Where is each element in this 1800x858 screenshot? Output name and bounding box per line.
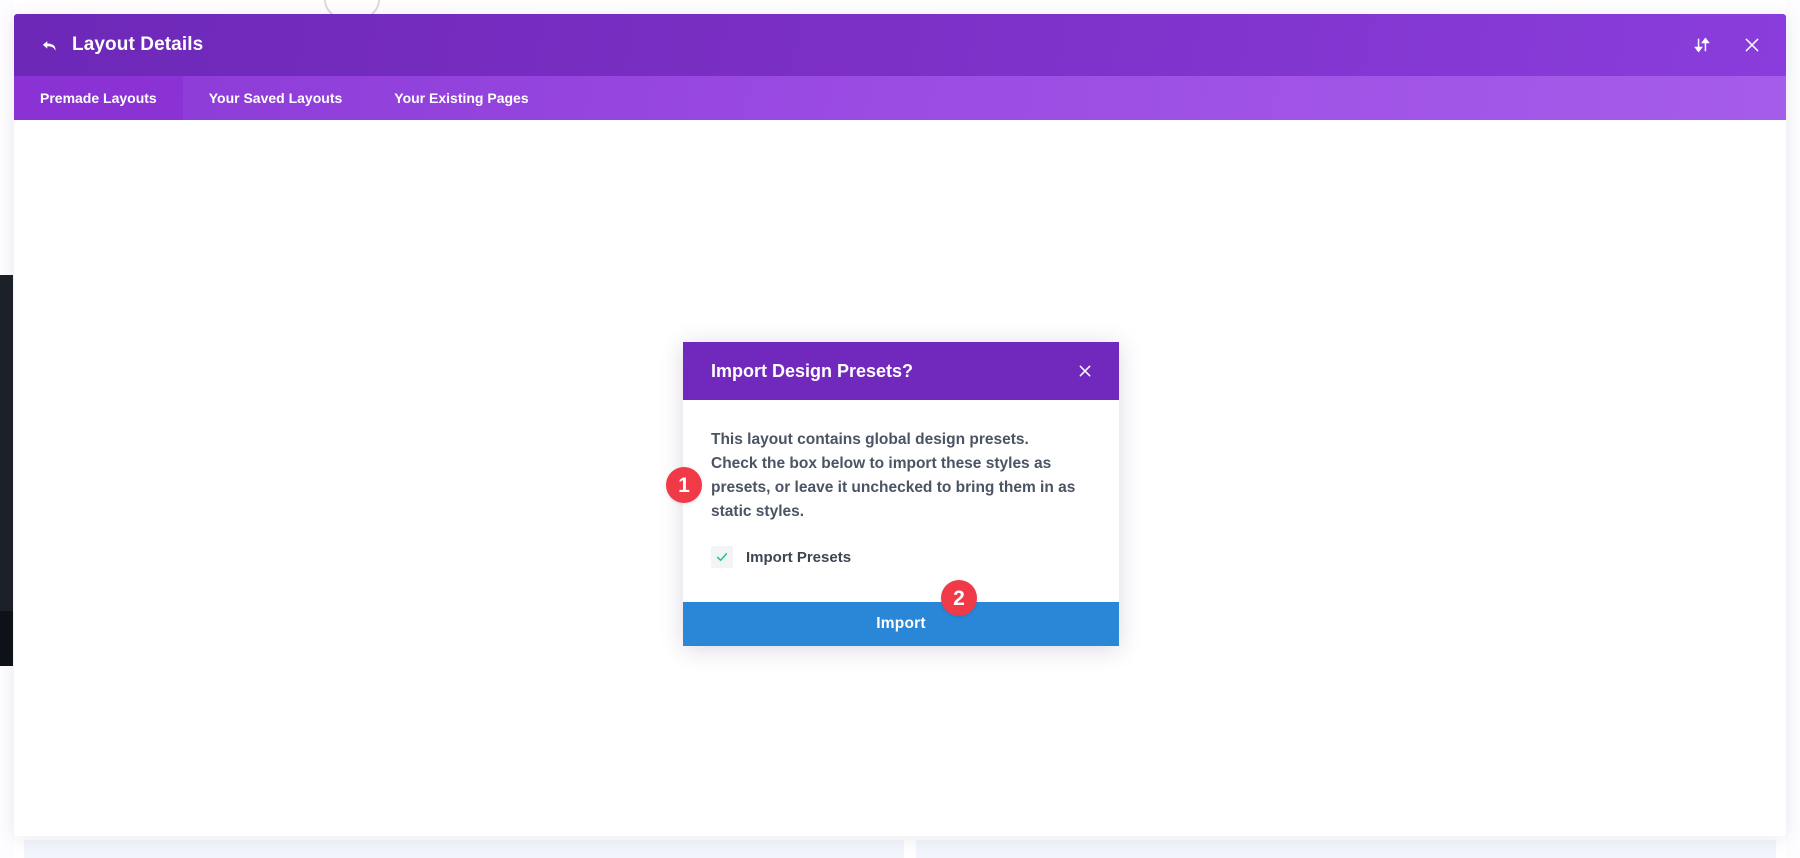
import-presets-checkbox-label[interactable]: Import Presets [746, 549, 851, 566]
dialog-body: This layout contains global design prese… [683, 400, 1119, 602]
import-presets-checkbox[interactable] [711, 546, 733, 569]
layout-browser-overlay: Layout Details Premade Layouts Your Save… [14, 14, 1786, 836]
overlay-header: Layout Details [14, 14, 1786, 76]
tab-your-existing-pages-label: Your Existing Pages [394, 90, 529, 106]
import-button[interactable]: Import [683, 602, 1119, 647]
tab-your-saved-layouts[interactable]: Your Saved Layouts [183, 76, 369, 120]
annotation-badge-2: 2 [941, 580, 977, 616]
tab-your-saved-layouts-label: Your Saved Layouts [208, 90, 343, 106]
back-arrow-icon[interactable] [36, 32, 62, 58]
background-ghost-panel-right [916, 840, 1776, 858]
tab-premade-layouts[interactable]: Premade Layouts [14, 76, 183, 120]
dialog-close-icon[interactable] [1071, 357, 1099, 385]
sort-updown-icon[interactable] [1690, 33, 1714, 57]
background-dark-strip [0, 275, 13, 665]
background-dark-strip-lower [0, 611, 13, 666]
import-presets-dialog: Import Design Presets? This layout conta… [683, 342, 1119, 647]
overlay-tab-bar: Premade Layouts Your Saved Layouts Your … [14, 76, 1786, 120]
dialog-header: Import Design Presets? [683, 342, 1119, 400]
checkmark-icon [716, 553, 728, 562]
page-title: Layout Details [72, 34, 204, 55]
tab-premade-layouts-label: Premade Layouts [40, 90, 157, 106]
import-presets-checkbox-row: Import Presets [711, 546, 1091, 569]
annotation-badge-1: 1 [666, 467, 702, 503]
background-ghost-panel-left [24, 840, 904, 858]
dialog-description: This layout contains global design prese… [711, 431, 1076, 521]
tab-your-existing-pages[interactable]: Your Existing Pages [368, 76, 554, 120]
screenshot-canvas: Layout Details Premade Layouts Your Save… [0, 0, 1800, 858]
dialog-title: Import Design Presets? [711, 360, 914, 381]
overlay-body: Import Design Presets? This layout conta… [14, 120, 1786, 836]
overlay-header-actions [1690, 33, 1764, 57]
dialog-footer: Import [683, 602, 1119, 647]
close-icon[interactable] [1740, 33, 1764, 57]
